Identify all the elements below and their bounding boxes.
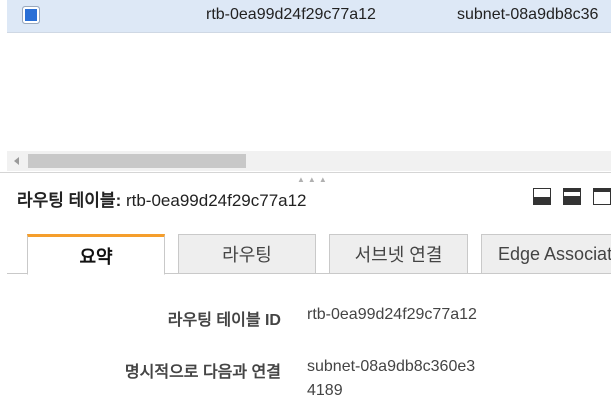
panel-top-icon[interactable]	[593, 188, 611, 205]
detail-title-label: 라우팅 테이블:	[17, 191, 122, 210]
horizontal-scrollbar[interactable]	[7, 151, 611, 171]
tab-routes-label: 라우팅	[222, 245, 272, 265]
tab-routes[interactable]: 라우팅	[178, 234, 316, 274]
row-checkbox[interactable]	[22, 6, 40, 24]
tab-subnet-associations[interactable]: 서브넷 연결	[329, 234, 468, 274]
tab-edge-associations-label: Edge Associati	[498, 243, 611, 264]
panel-split-icon[interactable]	[563, 188, 581, 205]
route-table-id-value: rtb-0ea99d24f29c77a12	[307, 306, 477, 323]
route-table-id-label: 라우팅 테이블 ID	[167, 312, 281, 329]
detail-title-value: rtb-0ea99d24f29c77a12	[125, 191, 307, 210]
explicit-association-value: subnet-08a9db8c360e34189	[307, 358, 476, 399]
tab-summary-label: 요약	[79, 246, 113, 267]
tab-subnet-associations-label: 서브넷 연결	[354, 245, 443, 265]
panel-bottom-icon[interactable]	[533, 188, 551, 205]
subnet-id-cell: subnet-08a9db8c36	[457, 6, 599, 23]
tab-edge-associations[interactable]: Edge Associati	[481, 234, 611, 274]
detail-title: 라우팅 테이블: rtb-0ea99d24f29c77a12	[17, 186, 307, 211]
scroll-left-icon[interactable]	[7, 151, 27, 171]
scrollbar-thumb[interactable]	[28, 154, 246, 168]
route-table-id-cell: rtb-0ea99d24f29c77a12	[206, 6, 376, 23]
explicit-association-label: 명시적으로 다음과 연결	[124, 364, 281, 381]
splitter-grip-icon[interactable]: ▲▲▲	[297, 175, 330, 184]
table-row[interactable]: rtb-0ea99d24f29c77a12 subnet-08a9db8c36	[7, 0, 611, 33]
tab-summary[interactable]: 요약	[27, 234, 165, 275]
